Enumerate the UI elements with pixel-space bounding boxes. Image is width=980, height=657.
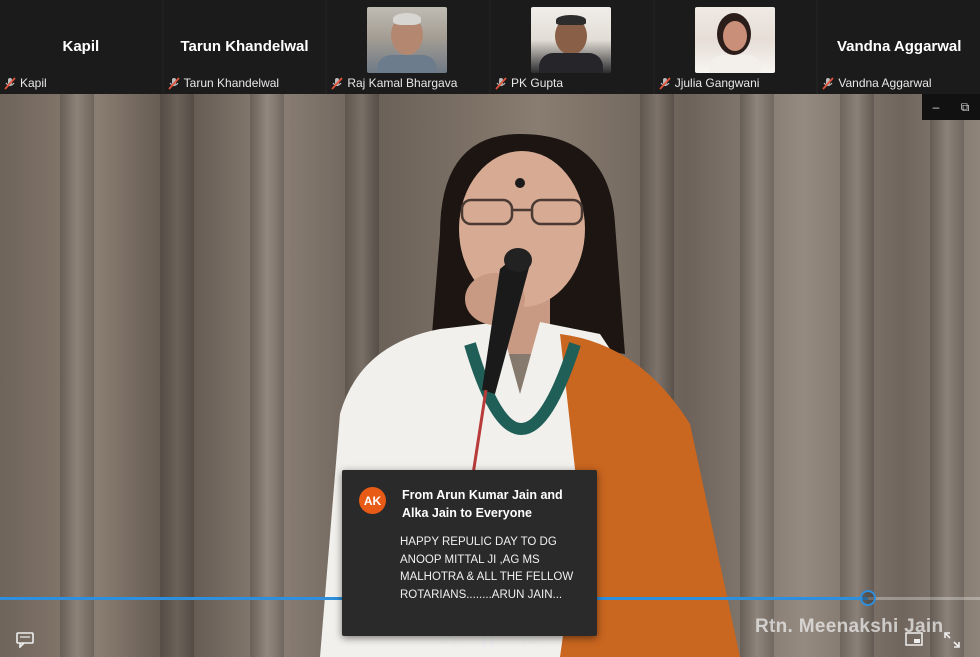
- participant-name: Kapil: [20, 76, 47, 90]
- participant-strip: Kapil Kapil Tarun Khandelwal Tarun Khand…: [0, 0, 980, 94]
- participant-footer: Raj Kamal Bhargava: [331, 76, 457, 90]
- participant-tile[interactable]: Tarun Khandelwal Tarun Khandelwal: [163, 0, 326, 94]
- minimize-icon[interactable]: –: [933, 100, 940, 114]
- restore-icon[interactable]: ⧉: [961, 100, 970, 115]
- chat-icon[interactable]: [16, 632, 34, 651]
- mic-off-icon: [168, 76, 180, 90]
- participant-footer: Kapil: [4, 76, 47, 90]
- window-controls: – ⧉: [922, 94, 980, 120]
- participant-name: Raj Kamal Bhargava: [347, 76, 458, 90]
- participant-tile[interactable]: Kapil Kapil: [0, 0, 162, 94]
- participant-display-name: Kapil: [62, 38, 100, 55]
- participant-name: Vandna Aggarwal: [838, 76, 932, 90]
- participant-tile[interactable]: Raj Kamal Bhargava: [327, 0, 490, 94]
- mic-off-icon: [495, 76, 507, 90]
- participant-display-name: Tarun Khandelwal: [180, 38, 309, 55]
- participant-video: [694, 7, 775, 73]
- mic-off-icon: [822, 76, 835, 90]
- sender-avatar: AK: [359, 487, 386, 514]
- participant-tile[interactable]: PK Gupta: [491, 0, 653, 94]
- participant-tile[interactable]: Jjulia Gangwani: [654, 0, 817, 94]
- participant-tile[interactable]: Vandna Aggarwal Vandna Aggarwal: [818, 0, 980, 94]
- replay-10-icon[interactable]: 10: [440, 634, 460, 655]
- participant-footer: PK Gupta: [495, 76, 563, 90]
- participant-footer: Tarun Khandelwal: [168, 76, 279, 90]
- skip-back-label: 10: [445, 639, 456, 649]
- mic-off-icon: [659, 76, 671, 90]
- picture-in-picture-icon[interactable]: [905, 632, 923, 649]
- participant-display-name: Vandna Aggarwal: [836, 38, 962, 55]
- participant-name: Jjulia Gangwani: [674, 76, 760, 90]
- pause-icon[interactable]: [482, 634, 494, 653]
- participant-name: Tarun Khandelwal: [183, 76, 280, 90]
- fullscreen-icon[interactable]: [944, 632, 960, 651]
- participant-footer: Jjulia Gangwani: [659, 76, 760, 90]
- chat-notification[interactable]: AK From Arun Kumar Jain and Alka Jain to…: [342, 470, 597, 636]
- participant-footer: Vandna Aggarwal: [822, 76, 932, 90]
- participant-video: [531, 7, 612, 73]
- chat-message: HAPPY REPULIC DAY TO DG ANOOP MITTAL JI …: [400, 536, 574, 601]
- participant-name: PK Gupta: [511, 76, 564, 90]
- forward-30-icon[interactable]: 30: [518, 634, 538, 655]
- chat-sender: From Arun Kumar Jain and Alka Jain to Ev…: [402, 488, 563, 520]
- mic-off-icon: [4, 76, 16, 90]
- participant-video: [367, 7, 448, 73]
- mic-off-icon: [331, 76, 344, 90]
- skip-fwd-label: 30: [522, 639, 533, 649]
